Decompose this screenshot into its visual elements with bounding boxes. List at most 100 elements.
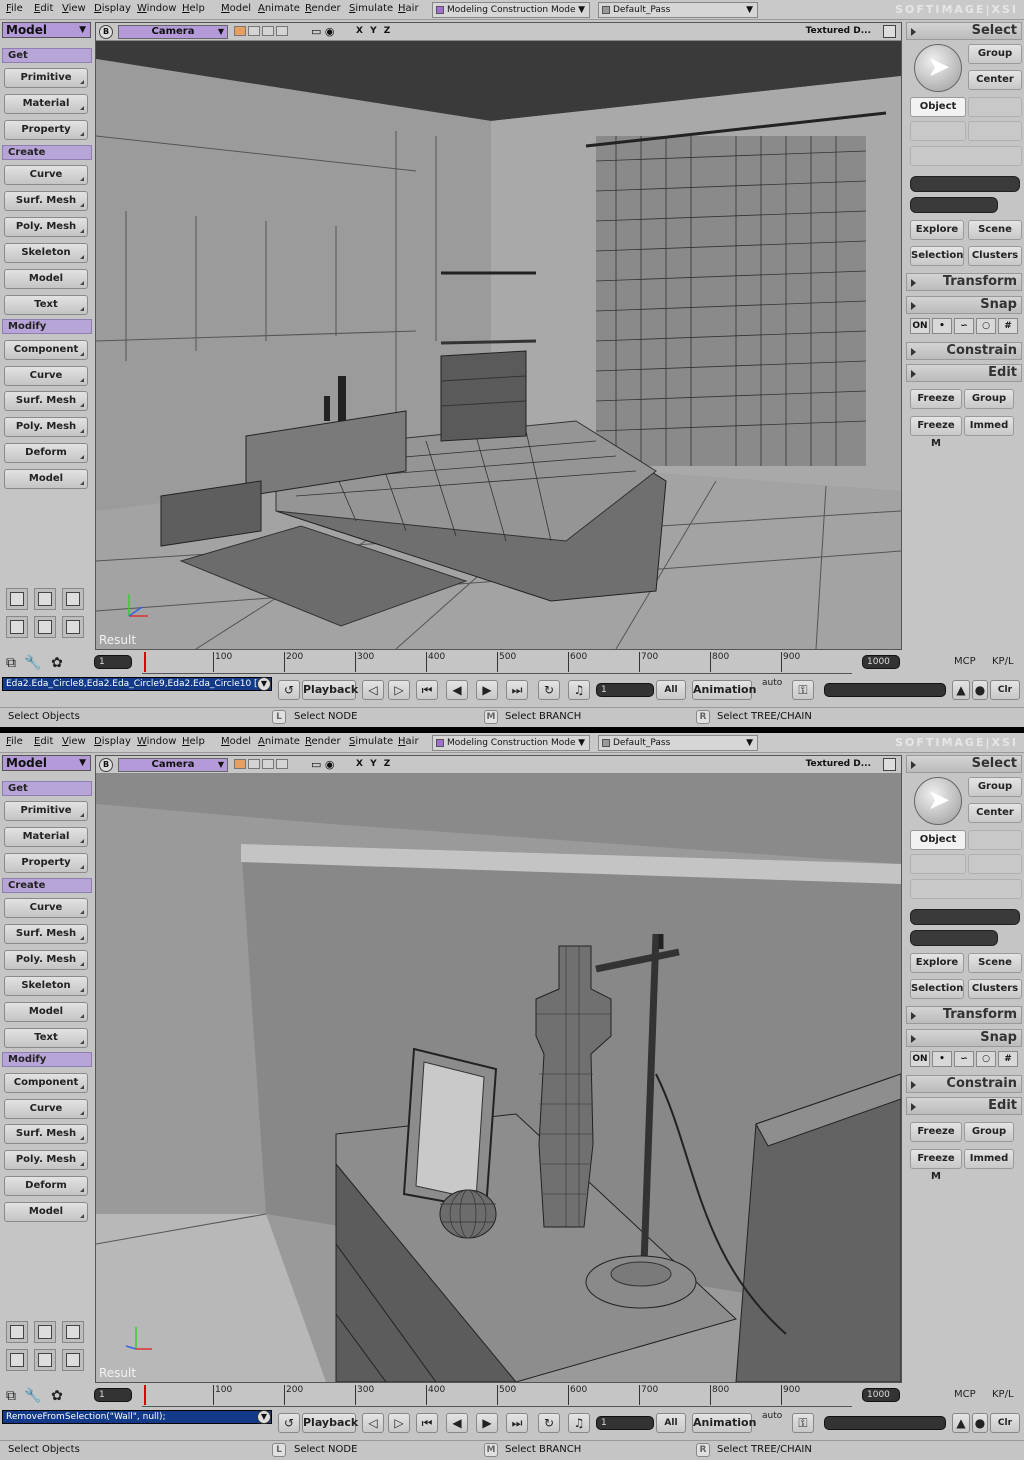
selection-button[interactable]: Selection <box>910 246 964 266</box>
keyframe-field[interactable] <box>824 1416 946 1430</box>
menu-file[interactable]: File <box>6 3 23 14</box>
clusters-button[interactable]: Clusters <box>968 979 1022 999</box>
modify-deform-button[interactable]: Deform <box>4 1176 88 1196</box>
select-header[interactable]: Select <box>906 22 1022 40</box>
constrain-header[interactable]: Constrain <box>906 342 1022 360</box>
immed-button[interactable]: Immed <box>964 416 1014 436</box>
snap-on-toggle[interactable]: ON <box>910 1051 930 1067</box>
edit-header[interactable]: Edit <box>906 364 1022 382</box>
layout-split-icon[interactable] <box>34 588 56 610</box>
explore-button[interactable]: Explore <box>910 220 964 240</box>
current-frame-field[interactable]: 1 <box>596 1416 654 1430</box>
create-model-button[interactable]: Model <box>4 269 88 289</box>
edit-group-button[interactable]: Group <box>964 1122 1014 1142</box>
create-skeleton-button[interactable]: Skeleton <box>4 243 88 263</box>
keyframe-field[interactable] <box>824 683 946 697</box>
section-modify[interactable]: Modify <box>2 1052 92 1067</box>
menu-animate[interactable]: Animate <box>258 3 300 14</box>
scene-bedroom-wide[interactable] <box>96 41 901 649</box>
explore-button[interactable]: Explore <box>910 953 964 973</box>
script-icon[interactable]: ↺ <box>278 1413 300 1433</box>
modify-poly-mesh-button[interactable]: Poly. Mesh <box>4 417 88 437</box>
mcp-tab[interactable]: MCP <box>954 656 976 667</box>
group-select-button[interactable]: Group <box>968 777 1022 797</box>
playhead[interactable] <box>144 1385 146 1405</box>
clear-button[interactable]: Clr <box>990 680 1020 700</box>
snap-curve-icon[interactable]: ∽ <box>954 1051 974 1067</box>
blank-select-slot[interactable] <box>968 121 1022 141</box>
scene-button[interactable]: Scene <box>968 953 1022 973</box>
freeze-button[interactable]: Freeze <box>910 389 962 409</box>
first-frame-icon[interactable]: ⏮ <box>416 1413 438 1433</box>
select-filter-dropdown[interactable] <box>910 146 1022 166</box>
freeze-m-button[interactable]: Freeze M <box>910 1149 962 1182</box>
modify-model-button[interactable]: Model <box>4 1202 88 1222</box>
start-frame-field[interactable]: 1 <box>94 655 132 669</box>
blank-select-slot[interactable] <box>968 854 1022 874</box>
viewport-menu-button[interactable]: B <box>99 25 113 39</box>
clusters-button[interactable]: Clusters <box>968 246 1022 266</box>
camera-eye-icon[interactable]: ▭ ◉ <box>311 758 335 771</box>
menu-render[interactable]: Render <box>305 3 341 14</box>
axis-toggle[interactable]: X Y Z <box>356 26 392 36</box>
start-frame-field[interactable]: 1 <box>94 1388 132 1402</box>
prev-frame-icon[interactable]: ◁ <box>362 1413 384 1433</box>
end-frame-field[interactable]: 1000 <box>862 1388 900 1402</box>
selection-info-field[interactable] <box>910 930 998 946</box>
key-up-icon[interactable]: ▲ <box>952 1413 970 1433</box>
blank-select-slot[interactable] <box>910 121 966 141</box>
snap-circle-icon[interactable]: ○ <box>976 318 996 334</box>
blank-select-slot[interactable] <box>968 97 1022 117</box>
command-line-input[interactable]: Eda2.Eda_Circle8,Eda2.Eda_Circle9,Eda2.E… <box>2 677 272 691</box>
menu-render[interactable]: Render <box>305 736 341 747</box>
get-material-button[interactable]: Material <box>4 827 88 847</box>
layout-quad-icon[interactable] <box>62 1321 84 1343</box>
select-filter-dropdown[interactable] <box>910 879 1022 899</box>
snap-circle-icon[interactable]: ○ <box>976 1051 996 1067</box>
create-poly-mesh-button[interactable]: Poly. Mesh <box>4 950 88 970</box>
module-dropdown[interactable]: Model ▼ <box>2 755 91 771</box>
group-select-button[interactable]: Group <box>968 44 1022 64</box>
menu-view[interactable]: View <box>62 736 86 747</box>
menu-simulate[interactable]: Simulate <box>349 3 393 14</box>
menu-model[interactable]: Model <box>221 736 251 747</box>
snap-curve-icon[interactable]: ∽ <box>954 318 974 334</box>
last-frame-icon[interactable]: ⏭ <box>506 1413 528 1433</box>
layout-quad-icon[interactable] <box>62 588 84 610</box>
edit-header[interactable]: Edit <box>906 1097 1022 1115</box>
section-get[interactable]: Get <box>2 781 92 796</box>
get-property-button[interactable]: Property <box>4 120 88 140</box>
menu-hair[interactable]: Hair <box>398 736 419 747</box>
wrench-icon[interactable]: 🔧 <box>24 654 42 672</box>
selection-name-field[interactable] <box>910 176 1020 192</box>
pass-dropdown[interactable]: Default_Pass ▼ <box>598 2 758 18</box>
blank-select-slot[interactable] <box>968 830 1022 850</box>
create-curve-button[interactable]: Curve <box>4 165 88 185</box>
layout-graph-icon[interactable] <box>6 588 28 610</box>
all-button[interactable]: All <box>656 1413 686 1433</box>
script-icon[interactable]: ↺ <box>278 680 300 700</box>
play-backward-icon[interactable]: ◀ <box>446 1413 468 1433</box>
menu-window[interactable]: Window <box>137 3 176 14</box>
palette-icon[interactable]: ✿ <box>48 1387 66 1405</box>
constrain-header[interactable]: Constrain <box>906 1075 1022 1093</box>
create-skeleton-button[interactable]: Skeleton <box>4 976 88 996</box>
selection-name-field[interactable] <box>910 909 1020 925</box>
play-forward-icon[interactable]: ▶ <box>476 680 498 700</box>
layout-four-icon[interactable] <box>62 1349 84 1371</box>
create-poly-mesh-button[interactable]: Poly. Mesh <box>4 217 88 237</box>
construction-mode-dropdown[interactable]: Modeling Construction Mode ▼ <box>432 735 590 751</box>
snap-grid-icon[interactable]: # <box>998 1051 1018 1067</box>
play-forward-icon[interactable]: ▶ <box>476 1413 498 1433</box>
immed-button[interactable]: Immed <box>964 1149 1014 1169</box>
viewport-menu-button[interactable]: B <box>99 758 113 772</box>
menu-simulate[interactable]: Simulate <box>349 736 393 747</box>
end-frame-field[interactable]: 1000 <box>862 655 900 669</box>
viewport-visibility-tools[interactable] <box>234 26 304 38</box>
wrench-icon[interactable]: 🔧 <box>24 1387 42 1405</box>
pass-dropdown[interactable]: Default_Pass ▼ <box>598 735 758 751</box>
snap-point-icon[interactable]: • <box>932 1051 952 1067</box>
timeline-ruler[interactable]: 100 200 300 400 500 600 700 800 900 <box>142 1385 852 1407</box>
module-dropdown[interactable]: Model ▼ <box>2 22 91 38</box>
layout-graph-icon[interactable] <box>6 1321 28 1343</box>
